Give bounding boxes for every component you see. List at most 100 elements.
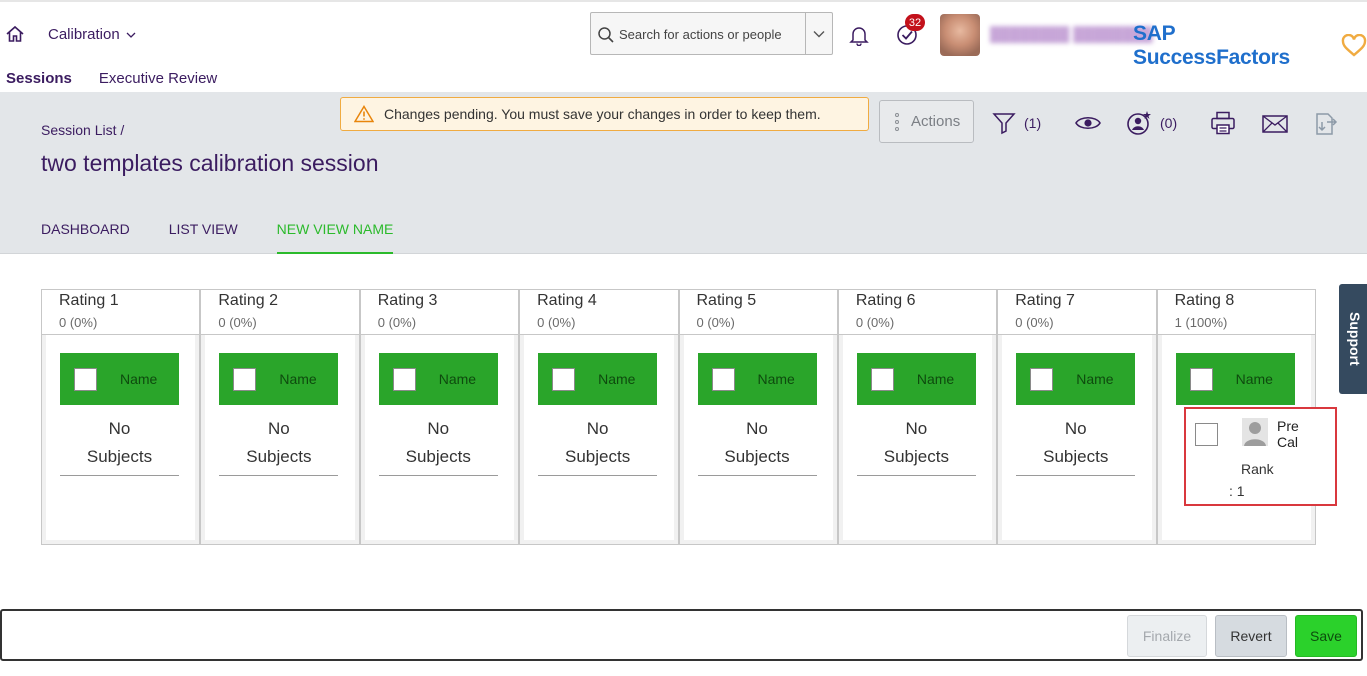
view-button[interactable] xyxy=(1075,114,1101,132)
no-subjects-message: No Subjects xyxy=(1016,415,1136,476)
module-label: Calibration xyxy=(48,26,120,43)
pending-message: Changes pending. You must save your chan… xyxy=(384,106,821,122)
team-button[interactable]: (0) xyxy=(1126,110,1177,136)
warning-icon xyxy=(354,105,374,123)
name-header-bar: Name xyxy=(60,353,179,405)
name-header-bar: Name xyxy=(538,353,658,405)
support-tab[interactable]: Support xyxy=(1339,284,1367,394)
name-label: Name xyxy=(757,371,795,387)
name-label: Name xyxy=(438,371,477,387)
select-all-checkbox[interactable] xyxy=(233,367,257,391)
search-icon xyxy=(598,27,614,43)
breadcrumb[interactable]: Session List / xyxy=(41,122,124,138)
select-all-checkbox[interactable] xyxy=(1189,367,1213,391)
subject-name[interactable]: Pre Cal xyxy=(1277,418,1299,450)
subject-card[interactable]: Pre Cal Rank : 1 xyxy=(1184,407,1337,506)
no-subjects-message: No Subjects xyxy=(538,415,658,476)
name-header-bar: Name xyxy=(1016,353,1136,405)
view-tabs: DASHBOARD LIST VIEW NEW VIEW NAME xyxy=(41,221,394,254)
footer-action-bar: Finalize Revert Save xyxy=(0,609,1363,661)
rating-column-body: Name No Subjects xyxy=(201,335,359,544)
search-input[interactable] xyxy=(619,23,799,45)
global-search xyxy=(590,12,833,55)
rating-column: Rating 4 0 (0%) Name No Subjects xyxy=(519,289,679,545)
select-all-checkbox[interactable] xyxy=(74,367,97,391)
rating-title: Rating 8 xyxy=(1174,292,1235,309)
rating-count: 0 (0%) xyxy=(1015,315,1054,330)
notification-badge: 32 xyxy=(905,14,925,31)
rating-column-body: Name No Subjects xyxy=(998,335,1156,544)
rating-column-header: Rating 8 1 (100%) xyxy=(1157,290,1315,335)
empty-line-1: No xyxy=(586,419,609,438)
rating-column-body: Name No Subjects xyxy=(360,335,519,544)
subject-name-line-2: Cal xyxy=(1277,434,1299,450)
rating-count: 0 (0%) xyxy=(377,315,417,330)
export-icon[interactable] xyxy=(1313,110,1339,136)
select-all-checkbox[interactable] xyxy=(711,367,735,391)
subject-checkbox[interactable] xyxy=(1195,423,1218,446)
select-all-checkbox[interactable] xyxy=(870,367,894,391)
actions-button[interactable]: Actions xyxy=(879,100,974,143)
mail-icon[interactable] xyxy=(1262,115,1288,133)
rating-column-body: Name No Subjects xyxy=(838,335,997,544)
select-all-checkbox[interactable] xyxy=(392,367,416,391)
person-placeholder-icon xyxy=(1242,418,1268,446)
empty-line-1: No xyxy=(108,419,131,438)
rating-title: Rating 5 xyxy=(696,292,757,309)
empty-line-2: Subjects xyxy=(405,447,471,466)
empty-line-2: Subjects xyxy=(1043,447,1109,466)
bell-icon[interactable] xyxy=(848,24,870,46)
home-icon[interactable] xyxy=(5,24,25,44)
rating-column-header: Rating 7 0 (0%) xyxy=(998,290,1156,335)
avatar[interactable] xyxy=(940,14,980,56)
rating-column-body: Name No Subjects xyxy=(520,335,678,544)
empty-line-1: No xyxy=(1064,419,1087,438)
name-header-bar: Name xyxy=(856,353,976,405)
subnav-sessions[interactable]: Sessions xyxy=(6,70,72,87)
chevron-down-icon xyxy=(126,32,136,38)
tab-new-view-name[interactable]: NEW VIEW NAME xyxy=(276,221,394,254)
filter-count: (1) xyxy=(1024,115,1042,131)
rating-count: 0 (0%) xyxy=(855,315,895,330)
user-name-blurred[interactable]: ████████ ████████ xyxy=(990,26,1153,42)
rating-grid: Rating 1 0 (0%) Name No Subjects Rating … xyxy=(41,289,1316,545)
tab-dashboard[interactable]: DASHBOARD xyxy=(41,221,130,254)
page-header: Session List / two templates calibration… xyxy=(0,92,1367,254)
empty-line-1: No xyxy=(746,419,768,438)
select-all-checkbox[interactable] xyxy=(1030,367,1054,391)
empty-line-2: Subjects xyxy=(86,447,153,466)
module-switcher[interactable]: Calibration xyxy=(48,26,136,43)
rating-count: 0 (0%) xyxy=(218,315,257,330)
rating-column-header: Rating 3 0 (0%) xyxy=(360,290,519,335)
subnav-executive-review[interactable]: Executive Review xyxy=(99,70,217,87)
name-header-bar: Name xyxy=(697,353,817,405)
person-star-icon xyxy=(1127,111,1151,135)
rating-count: 0 (0%) xyxy=(537,315,576,330)
rating-title: Rating 7 xyxy=(1015,292,1075,309)
rating-count: 0 (0%) xyxy=(696,315,735,330)
empty-line-1: No xyxy=(268,419,290,438)
more-vertical-icon xyxy=(895,112,899,131)
select-all-checkbox[interactable] xyxy=(552,367,576,391)
empty-line-1: No xyxy=(427,419,450,438)
no-subjects-message: No Subjects xyxy=(219,415,339,476)
print-icon[interactable] xyxy=(1210,111,1236,135)
finalize-button[interactable]: Finalize xyxy=(1127,615,1207,657)
empty-line-2: Subjects xyxy=(246,447,312,466)
no-subjects-message: No Subjects xyxy=(378,415,498,476)
rating-column: Rating 2 0 (0%) Name No Subjects xyxy=(200,289,360,545)
rating-title: Rating 6 xyxy=(855,292,916,309)
rating-column-body: Name No Subjects xyxy=(42,335,200,544)
search-dropdown-button[interactable] xyxy=(805,13,832,54)
save-button[interactable]: Save xyxy=(1295,615,1357,657)
subject-name-line-1: Pre xyxy=(1277,418,1299,434)
rating-column: Rating 7 0 (0%) Name No Subjects xyxy=(997,289,1157,545)
name-label: Name xyxy=(1235,371,1273,387)
empty-line-2: Subjects xyxy=(883,447,949,466)
filter-button[interactable]: (1) xyxy=(992,111,1041,135)
rank-label: Rank xyxy=(1241,461,1274,477)
actions-label: Actions xyxy=(911,113,961,130)
revert-button[interactable]: Revert xyxy=(1215,615,1287,657)
shell-bar: Calibration 32 ████████ ████████ SAP Suc… xyxy=(0,0,1367,92)
tab-list-view[interactable]: LIST VIEW xyxy=(169,221,238,254)
